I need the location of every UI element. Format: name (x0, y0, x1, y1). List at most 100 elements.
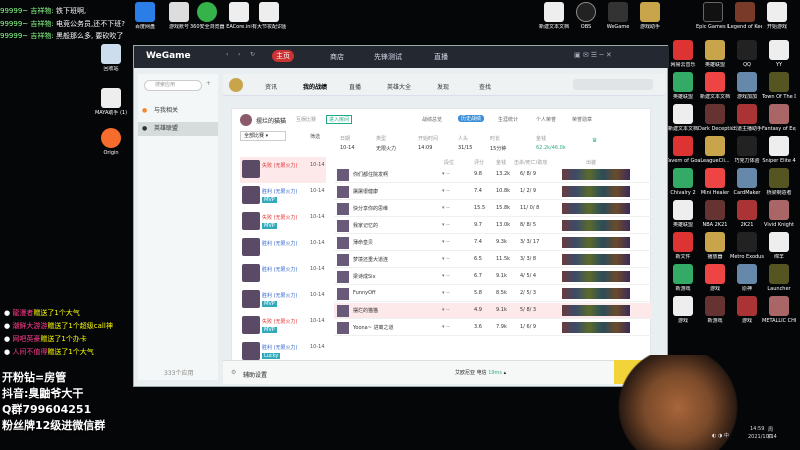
desktop-icon[interactable]: Vivid Knight (762, 200, 796, 228)
desktop-icon[interactable]: 有大节妆配识图服 (252, 2, 286, 30)
filter-dropdown[interactable]: 全部比赛 ▾ (240, 131, 286, 141)
sidebar-item-lol[interactable]: ● 英雄联盟 (138, 122, 218, 136)
profile-tab[interactable]: 进入房间 (326, 115, 353, 124)
avatar[interactable] (240, 114, 252, 126)
desktop-icon[interactable]: CardMaker (730, 168, 764, 196)
origin-icon[interactable]: Origin (94, 128, 128, 156)
subtab[interactable]: 个人荣誉 (536, 116, 556, 123)
nav-home[interactable]: 主页 (272, 50, 294, 62)
subtab[interactable]: 战绩总览 (422, 116, 442, 123)
desktop-icon[interactable]: MAYA助手 (1) (94, 88, 128, 116)
nav-live[interactable]: 直播 (434, 52, 448, 62)
desktop-icon[interactable]: YY (762, 40, 796, 68)
desktop-icon[interactable]: Chivalry 2 (666, 168, 700, 196)
tab-heroes[interactable]: 英雄大全 (387, 82, 411, 91)
desktop-icon[interactable]: 百度网盘 (128, 2, 162, 30)
window-controls[interactable]: ▣ ✉ ☰ ─ ✕ (574, 51, 612, 59)
settings-icon[interactable]: ⚙ (231, 369, 236, 376)
subtab[interactable]: 生涯统计 (498, 116, 518, 123)
wegame-icon[interactable]: WeGame (601, 2, 635, 30)
desktop-icon[interactable]: 2K21 (730, 200, 764, 228)
list-item[interactable]: 胜利 (无限火力) 10-14 MVP (240, 183, 326, 209)
desktop-icon[interactable]: 原神 (730, 264, 764, 292)
list-item[interactable]: 胜利 (无限火力) 10-14 MVP (240, 287, 326, 313)
desktop-icon[interactable]: 新建文本文档 (698, 72, 732, 100)
desktop-icon[interactable]: 新建文本文档 (537, 2, 571, 30)
table-row[interactable]: FunnyOff ▾ -- 5.8 8.5k 2/ 5/ 3 (334, 286, 652, 302)
subtab-selected[interactable]: 历史战绩 (458, 115, 485, 122)
server-select[interactable]: 艾欧尼亚 电信 19ms ▴ (455, 369, 506, 376)
nav-store[interactable]: 商店 (330, 52, 344, 62)
desktop-icon[interactable]: 绵羊 (762, 232, 796, 260)
desktop-icon[interactable]: LeagueCli... (698, 136, 732, 164)
subtab[interactable]: 荣誉勋章 (572, 116, 592, 123)
desktop-icon[interactable]: 桥梁制造者 (762, 168, 796, 196)
desktop-icon[interactable]: Launcher (762, 264, 796, 292)
table-row[interactable]: 屠屠很健康 ▾ -- 7.4 10.8k 1/ 2/ 9 (334, 184, 652, 200)
desktop-icon[interactable]: 游戏 (730, 296, 764, 324)
refresh-icon[interactable]: ↻ (250, 51, 255, 58)
tab-news[interactable]: 资讯 (265, 82, 277, 91)
tray-icons[interactable]: ◐ ◑ (712, 433, 724, 439)
desktop-icon[interactable]: 360安全浏览器 (190, 2, 224, 30)
back-icon[interactable]: ‹ (226, 51, 228, 58)
lang-indicator[interactable]: 中 (724, 433, 729, 439)
sidebar-footer[interactable]: 333个应用 (164, 368, 193, 377)
desktop-icon[interactable]: 新游戏 (698, 296, 732, 324)
desktop-icon[interactable]: 游戏加加 (730, 72, 764, 100)
desktop-icon[interactable]: Dark Deception (698, 104, 732, 132)
desktop-icon[interactable]: 巧克力体验 (730, 136, 764, 164)
assist-settings[interactable]: 辅助设置 (243, 370, 267, 379)
desktop-icon[interactable]: 游戏 (698, 264, 732, 292)
desktop-icon[interactable]: Legend of Keepers... (728, 2, 762, 30)
desktop-icon[interactable]: 播放器 (698, 232, 732, 260)
table-row[interactable]: 我家记忆的 ▾ -- 9.7 13.0k 8/ 8/ 5 (334, 218, 652, 234)
desktop-icon[interactable]: 新建文本文档 (666, 104, 700, 132)
list-item[interactable]: 胜利 (无限火力) 10-14 (240, 261, 326, 287)
epic-games-icon[interactable]: Epic Games Launcher (696, 2, 730, 30)
sidebar-item-related[interactable]: ● 与我相关 (138, 104, 218, 118)
forward-icon[interactable]: › (238, 51, 240, 58)
list-item[interactable]: 失败 (无限火力) 10-14 MVP (240, 313, 326, 339)
table-row[interactable]: 薄命皇贝 ▾ -- 7.4 9.3k 3/ 3/ 17 (334, 235, 652, 251)
desktop-icon[interactable]: METALLIC CHILD (762, 296, 796, 324)
desktop-icon[interactable]: 新游戏 (666, 264, 700, 292)
desktop-icon[interactable]: NBA 2K21 (698, 200, 732, 228)
tab-my-record[interactable]: 我的战绩 (303, 82, 327, 91)
filter-button[interactable]: 筛选 (310, 133, 320, 140)
tab-live[interactable]: 直播 (349, 82, 361, 91)
desktop-icon[interactable]: 游戏助手 (633, 2, 667, 30)
recycle-bin-icon[interactable]: 回收站 (94, 44, 128, 72)
desktop-icon[interactable]: 出道主播助手 (730, 104, 764, 132)
table-row[interactable]: 你们都住院发啊 ▾ -- 9.8 13.2k 6/ 8/ 9 (334, 167, 652, 183)
table-row[interactable]: 梦境还重大道连 ▾ -- 6.5 11.5k 3/ 3/ 8 (334, 252, 652, 268)
desktop-icon[interactable]: QQ (730, 40, 764, 68)
game-search-input[interactable] (573, 79, 653, 90)
desktop-icon[interactable]: Metro Exodus (730, 232, 764, 260)
desktop-icon[interactable]: 开始游戏 (760, 2, 794, 30)
nav-pioneer-test[interactable]: 先锋测试 (374, 52, 402, 62)
profile-tab[interactable]: 互娱比赛 (296, 116, 316, 123)
list-item[interactable]: 胜利 (无限火力) 10-14 (240, 235, 326, 261)
list-item[interactable]: 失败 (无限火力) 10-14 (240, 157, 326, 183)
wegame-logo[interactable]: WeGame (146, 51, 191, 61)
add-icon[interactable]: + (206, 80, 211, 87)
list-item[interactable]: 失败 (无限火力) 10-14 MVP (240, 209, 326, 235)
desktop-icon[interactable]: 英雄联盟 (666, 200, 700, 228)
table-row[interactable]: Yoona~ 进离之道 ▾ -- 3.6 7.9k 1/ 6/ 9 (334, 320, 652, 336)
desktop-icon[interactable]: 网易云音乐 (666, 40, 700, 68)
desktop-icon[interactable]: 英雄联盟 (666, 72, 700, 100)
table-row[interactable]: 梁诗成Six ▾ -- 6.7 9.1k 4/ 5/ 4 (334, 269, 652, 285)
desktop-icon[interactable]: Tavern of Goats (666, 136, 700, 164)
desktop-icon[interactable]: 游戏 (666, 296, 700, 324)
desktop-icon[interactable]: EACore.ini (222, 2, 256, 30)
desktop-icon[interactable]: 新文件 (666, 232, 700, 260)
tab-search[interactable]: 查找 (479, 82, 491, 91)
desktop-icon[interactable]: Sniper Elite 4 (762, 136, 796, 164)
sidebar-search-input[interactable]: 搜索应用 (144, 80, 202, 91)
table-row[interactable]: 摆烂的猫猫 ▾ -- 4.9 9.1k 5/ 8/ 3 (334, 303, 652, 319)
tab-discover[interactable]: 发现 (437, 82, 449, 91)
desktop-icon[interactable]: 英雄联盟 (698, 40, 732, 68)
clock-time[interactable]: 14:59 (750, 426, 764, 432)
desktop-icon[interactable]: Town Of The Dead... (762, 72, 796, 100)
